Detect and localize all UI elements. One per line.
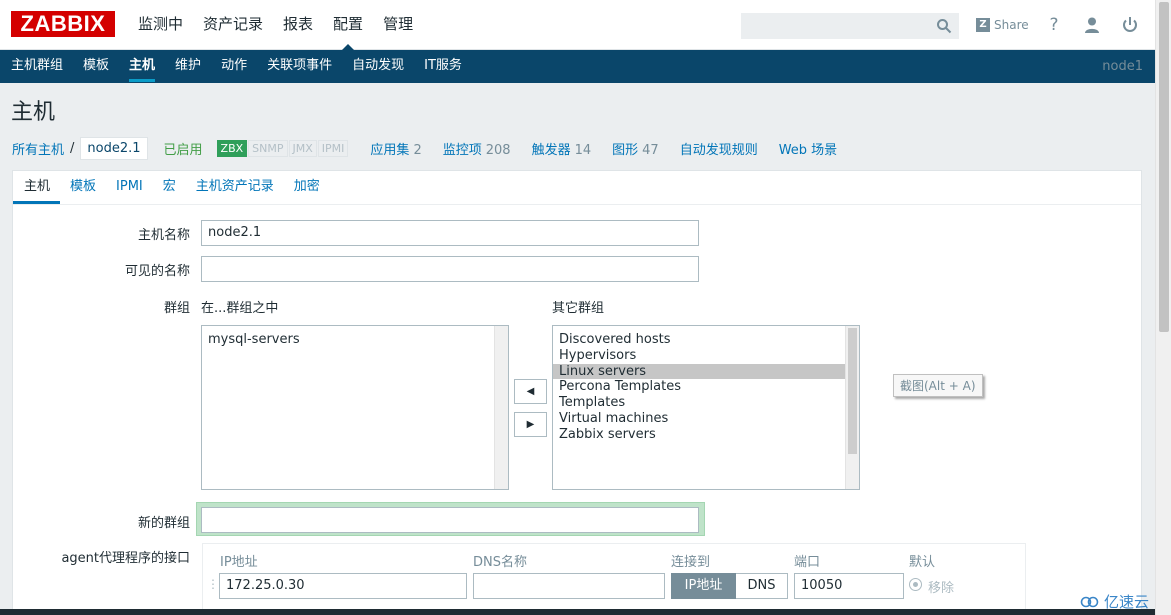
search-input[interactable] (741, 13, 959, 39)
listbox-scrollbar[interactable] (845, 326, 859, 489)
availability-ipmi-badge: IPMI (317, 139, 349, 157)
count-graphs: 47 (642, 142, 659, 158)
zabbix-logo[interactable]: ZABBIX (11, 11, 115, 37)
remove-interface-link[interactable]: 移除 (928, 577, 954, 596)
iface-header-default: 默认 (909, 555, 936, 570)
breadcrumb-current-host[interactable]: node2.1 (80, 136, 148, 160)
dns-name-input[interactable] (473, 573, 665, 599)
subnav-correlation[interactable]: 关联项事件 (257, 50, 342, 83)
availability-zbx-badge: ZBX (216, 139, 248, 157)
server-node-name: node1 (1102, 59, 1143, 74)
list-item[interactable]: Virtual machines (553, 411, 859, 427)
iface-header-port: 端口 (794, 555, 821, 570)
in-groups-label: 在...群组之中 (201, 301, 279, 316)
host-name-label: 主机名称 (137, 228, 190, 243)
link-discovery-rules[interactable]: 自动发现规则 (680, 143, 758, 158)
move-right-button[interactable]: ▶ (514, 412, 547, 437)
subnav-templates[interactable]: 模板 (73, 50, 119, 83)
subnav-hosts[interactable]: 主机 (119, 50, 165, 83)
tab-host[interactable]: 主机 (13, 171, 61, 204)
share-label: Share (994, 18, 1029, 32)
iface-header-connect: 连接到 (671, 555, 711, 570)
visible-name-label: 可见的名称 (124, 264, 190, 279)
logout-icon[interactable] (1119, 14, 1141, 36)
top-header: ZABBIX 监测中 资产记录 报表 配置 管理 Z Share ? (0, 0, 1155, 51)
other-groups-listbox[interactable]: Discovered hosts Hypervisors Linux serve… (552, 325, 860, 490)
subnav-it-services[interactable]: IT服务 (414, 50, 472, 83)
visible-name-input[interactable] (201, 256, 699, 282)
listbox-scrollbar-thumb[interactable] (848, 328, 857, 454)
connect-dns-button[interactable]: DNS (736, 573, 788, 599)
search-icon[interactable] (936, 18, 952, 34)
breadcrumb: 所有主机 / node2.1 已启用 ZBX SNMP JMX IPMI 应用集… (12, 135, 837, 161)
menu-inventory[interactable]: 资产记录 (193, 0, 273, 50)
menu-administration[interactable]: 管理 (373, 0, 423, 50)
user-profile-icon[interactable] (1081, 14, 1103, 36)
zabbix-share-icon: Z (976, 18, 990, 32)
other-groups-label: 其它群组 (552, 301, 605, 316)
scrollbar-thumb[interactable] (1159, 2, 1169, 332)
tab-ipmi[interactable]: IPMI (106, 171, 153, 204)
link-applications[interactable]: 应用集 (370, 143, 409, 158)
availability-snmp-badge: SNMP (248, 139, 288, 157)
menu-configuration[interactable]: 配置 (323, 0, 373, 51)
new-group-input[interactable] (201, 507, 699, 533)
iface-header-ip: IP地址 (220, 555, 258, 570)
link-triggers[interactable]: 触发器 (532, 143, 571, 158)
agent-interfaces-label: agent代理程序的接口 (61, 551, 190, 566)
count-items: 208 (485, 142, 511, 158)
breadcrumb-all-hosts[interactable]: 所有主机 (12, 139, 64, 158)
share-button[interactable]: Z Share (976, 16, 1029, 34)
list-item-selected[interactable]: Linux servers (553, 363, 845, 380)
link-web-scenarios[interactable]: Web 场景 (779, 143, 837, 158)
sub-navigation: 主机群组 模板 主机 维护 动作 关联项事件 自动发现 IT服务 node1 (0, 50, 1155, 83)
connect-to-toggle: IP地址 DNS (671, 573, 788, 599)
page-title: 主机 (11, 100, 56, 125)
port-input[interactable]: 10050 (794, 573, 904, 599)
count-triggers: 14 (574, 142, 592, 158)
list-item[interactable]: Templates (553, 395, 859, 411)
status-enabled[interactable]: 已启用 (164, 139, 203, 158)
ip-address-input[interactable]: 172.25.0.30 (219, 573, 467, 599)
connect-ip-button[interactable]: IP地址 (671, 573, 736, 599)
subnav-actions[interactable]: 动作 (211, 50, 257, 83)
availability-jmx-badge: JMX (288, 139, 317, 157)
menu-reports[interactable]: 报表 (273, 0, 323, 50)
list-item[interactable]: Zabbix servers (553, 427, 859, 443)
groups-label: 群组 (163, 301, 190, 316)
cloud-logo-icon (1080, 596, 1099, 607)
listbox-scrollbar[interactable] (494, 326, 508, 489)
link-graphs[interactable]: 图形 (612, 143, 638, 158)
default-interface-radio[interactable] (909, 578, 922, 591)
tab-macros[interactable]: 宏 (153, 171, 186, 204)
count-applications: 2 (413, 142, 422, 158)
list-item[interactable]: mysql-servers (202, 332, 508, 348)
move-left-button[interactable]: ◀ (514, 379, 547, 404)
page-scrollbar[interactable] (1155, 0, 1171, 615)
bottom-edge (0, 609, 1155, 615)
tab-inventory[interactable]: 主机资产记录 (186, 171, 284, 204)
menu-monitoring[interactable]: 监测中 (128, 0, 193, 50)
help-icon[interactable]: ? (1043, 14, 1065, 36)
subnav-discovery[interactable]: 自动发现 (342, 50, 414, 83)
main-menu: 监测中 资产记录 报表 配置 管理 (128, 0, 423, 51)
link-items[interactable]: 监控项 (443, 143, 482, 158)
new-group-label: 新的群组 (137, 516, 190, 531)
in-groups-listbox[interactable]: mysql-servers (201, 325, 509, 490)
screenshot-tooltip: 截图(Alt + A) (893, 374, 983, 397)
subnav-host-groups[interactable]: 主机群组 (0, 50, 73, 83)
tab-encryption[interactable]: 加密 (284, 171, 330, 204)
host-name-input[interactable]: node2.1 (201, 220, 699, 246)
breadcrumb-separator: / (70, 140, 75, 156)
subnav-maintenance[interactable]: 维护 (165, 50, 211, 83)
iface-header-dns: DNS名称 (473, 555, 527, 570)
list-item[interactable]: Hypervisors (553, 348, 859, 364)
tab-templates[interactable]: 模板 (60, 171, 106, 204)
list-item[interactable]: Discovered hosts (553, 332, 859, 348)
form-tabs: 主机 模板 IPMI 宏 主机资产记录 加密 (13, 171, 1141, 205)
list-item[interactable]: Percona Templates (553, 379, 859, 395)
